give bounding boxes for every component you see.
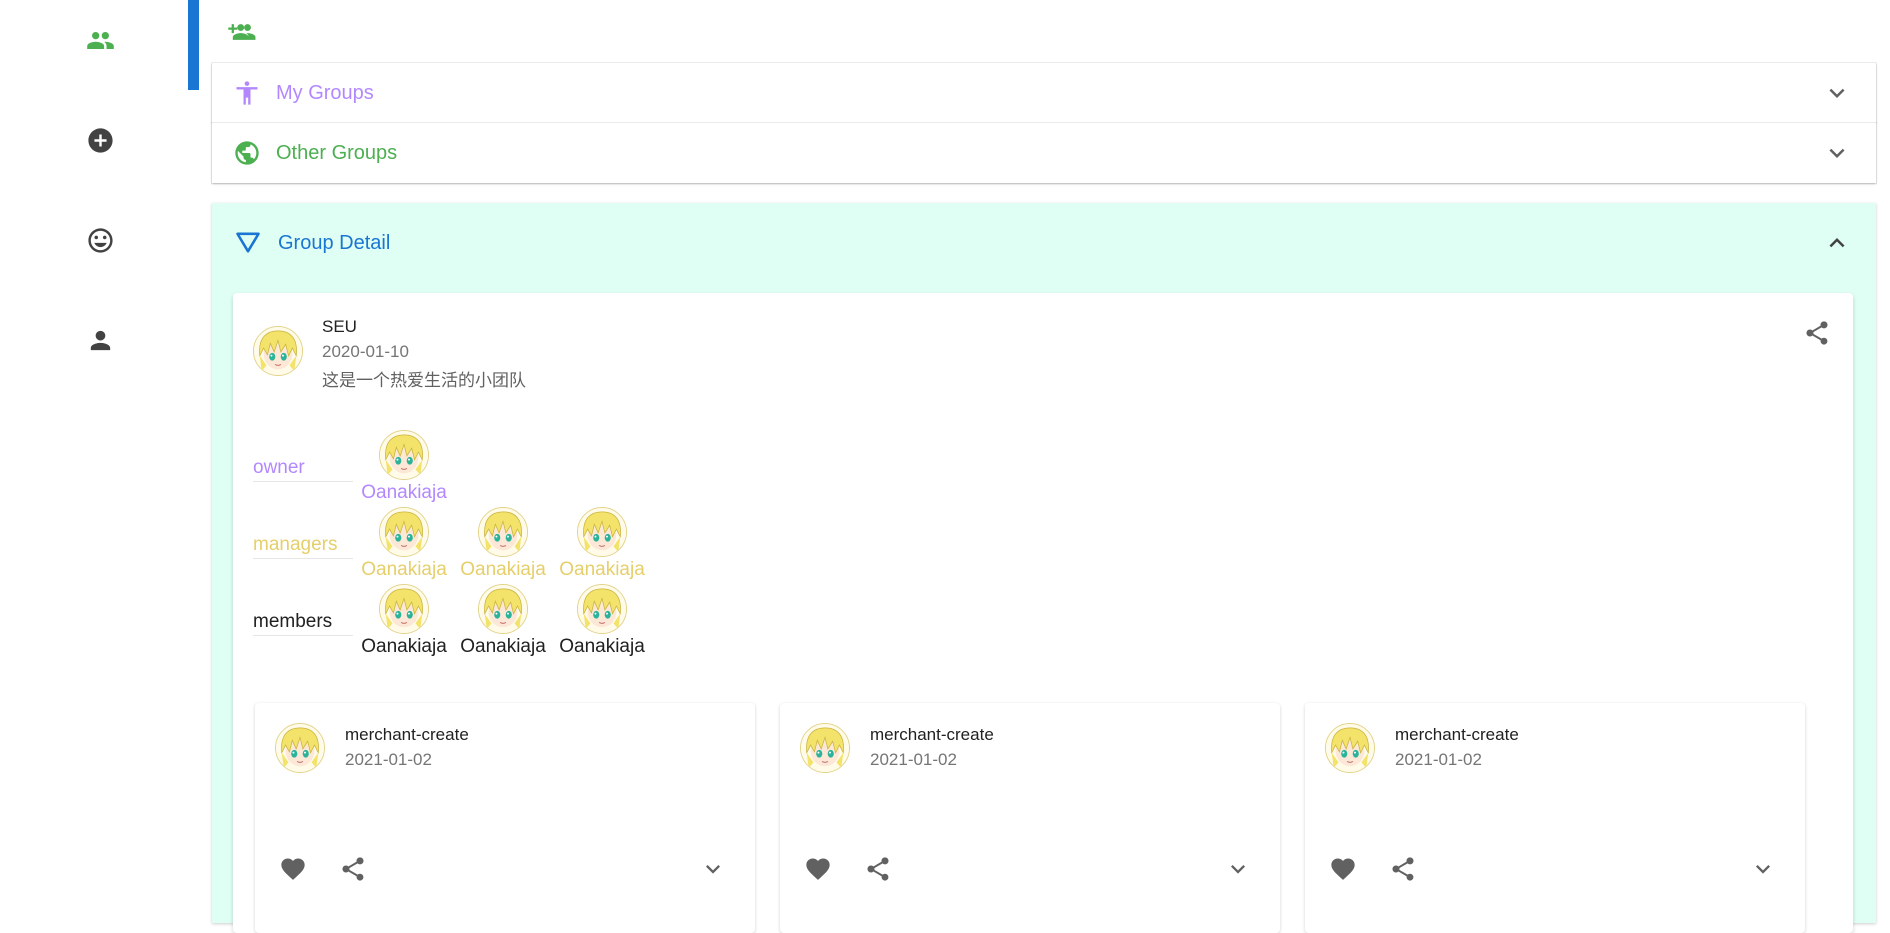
nav-add-button[interactable]: [84, 124, 116, 156]
heart-icon: [281, 858, 305, 880]
member-name: Oanakiaja: [361, 559, 447, 580]
member-name: Oanakiaja: [361, 482, 447, 503]
manager-member[interactable]: Oanakiaja: [554, 507, 650, 581]
member-avatar: [379, 507, 429, 557]
group-description: 这是一个热爱生活的小团队: [322, 371, 526, 390]
chevron-down-icon[interactable]: [1822, 78, 1852, 108]
panel-group-detail-title: Group Detail: [278, 231, 391, 254]
post-title: merchant-create: [870, 725, 994, 744]
post-card: merchant-create 2021-01-02: [1305, 703, 1805, 933]
post-card: merchant-create 2021-01-02: [255, 703, 755, 933]
chevron-down-icon: [1231, 865, 1245, 874]
post-title: merchant-create: [1395, 725, 1519, 744]
role-members-label: members: [253, 611, 353, 636]
expand-button[interactable]: [699, 855, 731, 887]
chevron-up-icon[interactable]: [1822, 228, 1852, 258]
chevron-down-icon: [706, 865, 720, 874]
nav-profile-button[interactable]: [84, 324, 116, 356]
share-icon: [342, 857, 364, 881]
person-icon: [90, 330, 110, 350]
expand-button[interactable]: [1224, 855, 1256, 887]
group-name: SEU: [322, 317, 357, 336]
regular-member[interactable]: Oanakiaja: [455, 584, 551, 658]
member-avatar: [478, 584, 528, 634]
panel-other-groups-title: Other Groups: [276, 141, 398, 164]
regular-member[interactable]: Oanakiaja: [554, 584, 650, 658]
member-name: Oanakiaja: [361, 636, 447, 657]
group-date: 2020-01-10: [322, 342, 409, 361]
post-avatar[interactable]: [1325, 723, 1375, 773]
share-icon: [1392, 857, 1414, 881]
panel-group-detail: Group Detail SEU 2020-01-10 这是一个热爱生活的小团队…: [212, 203, 1876, 933]
member-avatar: [379, 430, 429, 480]
share-icon: [1806, 321, 1828, 345]
post-title: merchant-create: [345, 725, 469, 744]
member-avatar: [379, 584, 429, 634]
post-date: 2021-01-02: [870, 750, 957, 769]
owner-member[interactable]: Oanakiaja: [356, 430, 452, 504]
panel-my-groups-title: My Groups: [276, 81, 374, 104]
globe-icon: [232, 138, 262, 168]
member-avatar: [478, 507, 528, 557]
nav-groups-button[interactable]: [84, 24, 116, 56]
expand-button[interactable]: [1749, 855, 1781, 887]
post-avatar[interactable]: [800, 723, 850, 773]
chevron-down-icon[interactable]: [1822, 138, 1852, 168]
panel-other-groups[interactable]: Other Groups: [212, 123, 1876, 183]
group-avatar[interactable]: [253, 326, 303, 376]
panel-my-groups[interactable]: My Groups: [212, 63, 1876, 123]
post-date: 2021-01-02: [345, 750, 432, 769]
smiley-icon: [87, 227, 113, 253]
share-icon: [867, 857, 889, 881]
post-date: 2021-01-02: [1395, 750, 1482, 769]
add-group-icon: [228, 24, 256, 40]
nav-rail: [0, 0, 200, 900]
like-button[interactable]: [1329, 855, 1361, 887]
chevron-down-icon: [1756, 865, 1770, 874]
post-avatar[interactable]: [275, 723, 325, 773]
group-share-button[interactable]: [1803, 319, 1833, 349]
group-icon: [86, 31, 114, 49]
regular-member[interactable]: Oanakiaja: [356, 584, 452, 658]
add-group-button[interactable]: [226, 18, 262, 48]
accessibility-icon: [232, 78, 262, 108]
member-name: Oanakiaja: [559, 559, 645, 580]
role-owner-label: owner: [253, 457, 353, 482]
heart-icon: [1331, 858, 1355, 880]
post-card: merchant-create 2021-01-02: [780, 703, 1280, 933]
manager-member[interactable]: Oanakiaja: [455, 507, 551, 581]
share-button[interactable]: [339, 855, 371, 887]
member-name: Oanakiaja: [559, 636, 645, 657]
member-name: Oanakiaja: [460, 636, 546, 657]
member-name: Oanakiaja: [460, 559, 546, 580]
member-avatar: [577, 507, 627, 557]
group-card: SEU 2020-01-10 这是一个热爱生活的小团队 owner Oanaki…: [233, 293, 1853, 933]
funnel-icon: [234, 228, 264, 258]
role-managers-label: managers: [253, 534, 353, 559]
heart-icon: [806, 858, 830, 880]
active-indicator: [188, 0, 199, 90]
like-button[interactable]: [804, 855, 836, 887]
member-avatar: [577, 584, 627, 634]
manager-member[interactable]: Oanakiaja: [356, 507, 452, 581]
nav-mood-button[interactable]: [84, 224, 116, 256]
share-button[interactable]: [864, 855, 896, 887]
share-button[interactable]: [1389, 855, 1421, 887]
panel-group-detail-header[interactable]: Group Detail: [212, 203, 1876, 283]
like-button[interactable]: [279, 855, 311, 887]
add-circle-icon: [87, 127, 113, 153]
